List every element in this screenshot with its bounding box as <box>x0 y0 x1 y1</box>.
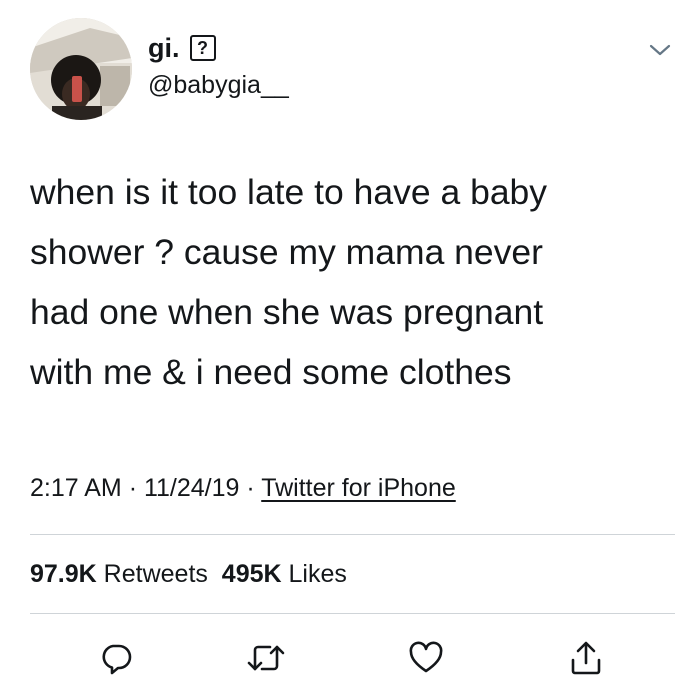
likes-label: Likes <box>288 560 347 588</box>
retweet-icon <box>247 645 285 671</box>
avatar[interactable] <box>30 18 132 120</box>
likes-count: 495K <box>221 560 282 588</box>
meta-separator: · <box>128 474 138 502</box>
heart-icon <box>409 641 443 673</box>
unknown-emoji-icon: ? <box>189 35 216 61</box>
like-button[interactable] <box>400 632 452 684</box>
tweet-time[interactable]: 2:17 AM <box>30 474 122 502</box>
tweet-source-link[interactable]: Twitter for iPhone <box>261 474 456 502</box>
avatar-photo <box>30 18 132 120</box>
meta-separator: · <box>246 474 255 502</box>
action-bar <box>0 632 700 684</box>
tweet-meta: 2:17 AM · 11/24/19 · Twitter for iPhone <box>30 470 456 506</box>
share-icon <box>571 641 601 675</box>
share-button[interactable] <box>560 632 612 684</box>
retweet-button[interactable] <box>240 632 292 684</box>
tweet-date[interactable]: 11/24/19 <box>144 474 239 502</box>
tweet-stats: 97.9K Retweets 495K Likes <box>30 556 347 592</box>
retweets-label: Retweets <box>103 560 208 588</box>
user-handle[interactable]: @babygia__ <box>148 70 289 100</box>
tweet-card: gi. ? @babygia__ when is it too late to … <box>0 0 700 700</box>
retweets-stat[interactable]: 97.9K Retweets <box>30 560 208 588</box>
tweet-text: when is it too late to have a baby showe… <box>30 172 548 392</box>
retweets-count: 97.9K <box>30 560 97 588</box>
divider <box>30 534 675 535</box>
display-name[interactable]: gi. <box>148 32 180 64</box>
divider <box>30 613 675 614</box>
reply-icon <box>102 644 132 675</box>
likes-stat[interactable]: 495K Likes <box>222 560 347 588</box>
chevron-down-icon[interactable] <box>648 40 672 60</box>
user-name-row[interactable]: gi. ? <box>148 32 216 64</box>
reply-button[interactable] <box>90 632 142 684</box>
